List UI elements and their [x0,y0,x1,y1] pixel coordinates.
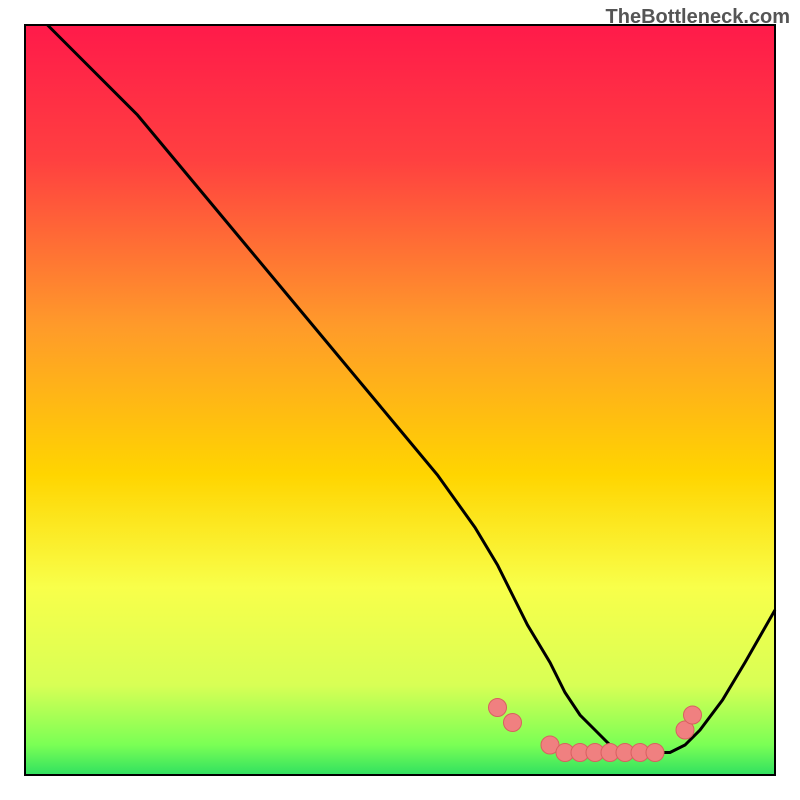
plot-background [25,25,775,775]
curve-marker [646,744,664,762]
watermark-text: TheBottleneck.com [606,6,790,29]
bottleneck-chart: TheBottleneck.com [0,0,800,800]
chart-svg [0,0,800,800]
curve-marker [684,706,702,724]
curve-marker [489,699,507,717]
curve-marker [504,714,522,732]
